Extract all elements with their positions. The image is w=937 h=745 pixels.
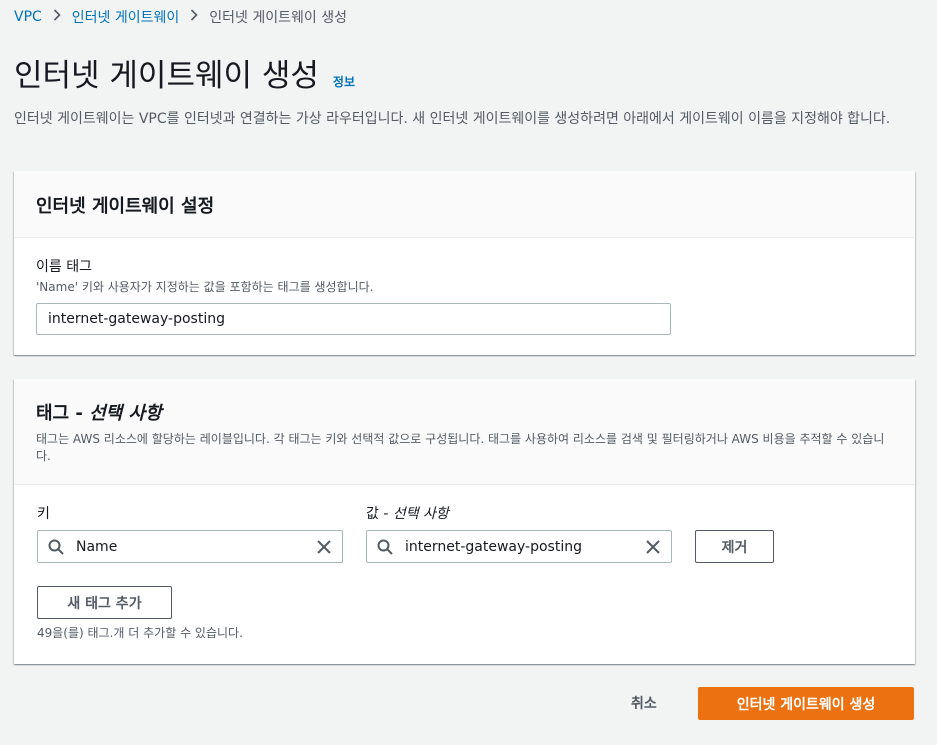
panel-title: 인터넷 게이트웨이 설정 (36, 196, 215, 217)
add-tag-button[interactable]: 새 태그 추가 (37, 586, 172, 619)
key-label: 키 (37, 506, 50, 522)
panel-body: 이름 태그 'Name' 키와 사용자가 지정하는 값을 포함하는 태그를 생성… (14, 238, 915, 353)
search-icon (377, 539, 393, 559)
panel-header: 태그 - 선택 사항 태그는 AWS 리소스에 할당하는 레이블입니다. 각 태… (14, 379, 915, 485)
search-icon (48, 539, 64, 559)
panel-header: 인터넷 게이트웨이 설정 (14, 171, 915, 238)
breadcrumb-vpc[interactable]: VPC (14, 9, 42, 25)
panel-title-main: 태그 - (36, 403, 90, 424)
breadcrumb: VPC 인터넷 게이트웨이 인터넷 게이트웨이 생성 (14, 7, 347, 27)
cancel-button[interactable]: 취소 (631, 693, 657, 713)
name-tag-label: 이름 태그 (36, 259, 92, 275)
value-label-main: 값 - (366, 506, 393, 522)
create-internet-gateway-button[interactable]: 인터넷 게이트웨이 생성 (698, 687, 914, 720)
tag-value-value: internet-gateway-posting (405, 538, 582, 555)
remove-tag-button[interactable]: 제거 (695, 530, 774, 563)
value-label-optional: 선택 사항 (392, 506, 449, 522)
info-link[interactable]: 정보 (333, 73, 355, 90)
tag-limit-note: 49을(를) 태그.개 더 추가할 수 있습니다. (37, 626, 243, 640)
panel-title-optional: 선택 사항 (89, 403, 162, 424)
tag-value-input[interactable]: internet-gateway-posting (366, 530, 672, 563)
tag-key-value: Name (76, 538, 118, 555)
name-tag-input[interactable] (36, 303, 671, 335)
breadcrumb-internet-gateways[interactable]: 인터넷 게이트웨이 (72, 7, 180, 27)
chevron-right-icon (179, 9, 209, 25)
breadcrumb-current: 인터넷 게이트웨이 생성 (209, 10, 347, 26)
panel-description: 태그는 AWS 리소스에 할당하는 레이블입니다. 각 태그는 키와 선택적 값… (36, 432, 885, 463)
page-title: 인터넷 게이트웨이 생성 (14, 58, 319, 94)
value-label: 값 - 선택 사항 (366, 503, 449, 523)
close-icon[interactable] (645, 539, 661, 559)
page-description: 인터넷 게이트웨이는 VPC를 인터넷과 연결하는 가상 라우터입니다. 새 인… (14, 111, 891, 127)
close-icon[interactable] (316, 539, 332, 559)
panel-title: 태그 - 선택 사항 (36, 399, 893, 425)
tags-panel: 태그 - 선택 사항 태그는 AWS 리소스에 할당하는 레이블입니다. 각 태… (14, 379, 915, 664)
tag-key-input[interactable]: Name (37, 530, 343, 563)
chevron-right-icon (42, 9, 72, 25)
name-tag-description: 'Name' 키와 사용자가 지정하는 값을 포함하는 태그를 생성합니다. (36, 280, 374, 294)
gateway-settings-panel: 인터넷 게이트웨이 설정 이름 태그 'Name' 키와 사용자가 지정하는 값… (14, 171, 915, 355)
page-title-row: 인터넷 게이트웨이 생성 정보 (14, 50, 355, 95)
